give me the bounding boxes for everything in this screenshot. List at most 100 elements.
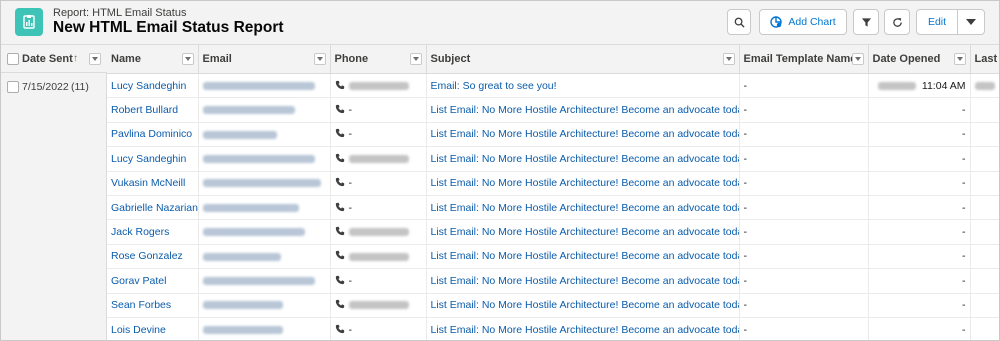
phone-icon [335,226,344,236]
column-header-name[interactable]: Name [107,45,199,74]
subject-link[interactable]: List Email: No More Hostile Architecture… [426,171,740,196]
last-value-redacted [974,81,995,90]
name-link[interactable]: Gorav Patel [107,268,199,294]
edit-label: Edit [927,16,947,28]
subject-link[interactable]: List Email: No More Hostile Architecture… [426,146,740,172]
name-link[interactable]: Pavlina Dominico [107,122,199,148]
date-opened-cell: - [868,171,971,196]
column-menu-button[interactable] [722,53,735,65]
email-cell[interactable] [198,122,331,148]
name-link[interactable]: Sean Forbes [107,293,199,318]
name-link[interactable]: Vukasin McNeill [107,171,199,196]
template-cell: - [739,146,869,172]
date-opened-redacted [877,81,916,90]
email-cell[interactable] [198,219,331,245]
report-viewer: Report: HTML Email Status New HTML Email… [0,0,1000,341]
email-value-redacted[interactable] [202,203,299,212]
search-button[interactable] [727,9,751,35]
email-cell[interactable] [198,146,331,172]
subject-link[interactable]: List Email: No More Hostile Architecture… [426,293,740,318]
table-row: Gorav Patel - List Email: No More Hostile … [107,268,999,294]
email-value-redacted[interactable] [202,155,315,164]
date-opened-cell: - [868,146,971,172]
date-opened-cell: - [868,293,971,318]
phone-value: - [348,201,353,214]
group-header-label[interactable]: Date Sent [22,53,73,65]
last-cell: - [970,97,999,123]
phone-icon [335,80,344,89]
subject-link[interactable]: List Email: No More Hostile Architecture… [426,195,740,221]
email-cell[interactable] [198,73,331,99]
phone-value: - [348,128,353,141]
column-menu-button[interactable] [89,53,101,65]
phone-icon [335,251,344,260]
email-value-redacted[interactable] [202,130,277,139]
subject-link[interactable]: List Email: No More Hostile Architecture… [426,122,740,148]
email-cell[interactable] [198,293,331,318]
table-row: Vukasin McNeill - List Email: No More Host… [107,171,999,196]
edit-button[interactable]: Edit [916,9,958,35]
column-menu-button[interactable] [851,53,864,65]
refresh-button[interactable] [884,9,910,35]
column-header-email[interactable]: Email [198,45,331,74]
column-header-last[interactable]: Last [970,45,999,74]
table-row: Lucy Sandeghin Email: So great to see you… [107,73,999,99]
report-table: Name Email Phone Subject Email Template … [107,45,999,340]
email-value-redacted[interactable] [202,106,295,115]
column-menu-button[interactable] [181,53,194,65]
email-cell[interactable] [198,195,331,221]
table-row: Lois Devine - List Email: No More Hostile … [107,317,999,340]
subject-link[interactable]: List Email: No More Hostile Architecture… [426,244,740,270]
column-header-phone[interactable]: Phone [330,45,427,74]
column-header-subject[interactable]: Subject [426,45,740,74]
last-cell: - [970,195,999,221]
subject-link[interactable]: List Email: No More Hostile Architecture… [426,317,740,340]
subject-link[interactable]: List Email: No More Hostile Architecture… [426,219,740,245]
edit-menu-button[interactable] [957,9,985,35]
email-cell[interactable] [198,244,331,270]
email-value-redacted[interactable] [202,252,281,261]
name-link[interactable]: Rose Gonzalez [107,244,199,270]
column-header-date-opened[interactable]: Date Opened [868,45,971,74]
email-cell[interactable] [198,97,331,123]
last-cell: - [970,146,999,172]
table-body: Lucy Sandeghin Email: So great to see you… [107,73,999,340]
subject-link[interactable]: Email: So great to see you! [426,73,740,99]
name-link[interactable]: Jack Rogers [107,219,199,245]
email-value-redacted[interactable] [202,325,283,334]
email-value-redacted[interactable] [202,277,315,286]
group-row-checkbox[interactable] [7,81,19,93]
column-header-template[interactable]: Email Template Name [739,45,869,74]
column-menu-button[interactable] [313,53,326,65]
column-menu-button[interactable] [409,53,422,65]
date-opened-cell: - [868,268,971,294]
email-value-redacted[interactable] [202,301,283,310]
sort-ascending-icon[interactable]: ↑ [73,53,78,64]
column-menu-button[interactable] [953,53,966,65]
email-value-redacted[interactable] [202,228,305,237]
date-opened-cell: - [868,122,971,148]
email-value-redacted[interactable] [202,179,321,188]
subject-link[interactable]: List Email: No More Hostile Architecture… [426,97,740,123]
name-link[interactable]: Lucy Sandeghin [107,146,199,172]
chevron-down-icon [854,57,861,61]
template-cell: - [739,97,869,123]
email-value-redacted[interactable] [202,81,315,90]
email-cell[interactable] [198,268,331,294]
name-link[interactable]: Gabrielle Nazarian [107,195,199,221]
filter-button[interactable] [853,9,879,35]
add-chart-button[interactable]: Add Chart [759,9,847,35]
subject-link[interactable]: List Email: No More Hostile Architecture… [426,268,740,294]
last-cell [970,73,999,99]
name-link[interactable]: Robert Bullard [107,97,199,123]
phone-icon [335,178,344,187]
date-opened-cell: 11:04 AM [868,73,971,99]
select-all-checkbox[interactable] [7,53,19,65]
name-link[interactable]: Lucy Sandeghin [107,73,199,99]
email-cell[interactable] [198,171,331,196]
name-link[interactable]: Lois Devine [107,317,199,340]
email-cell[interactable] [198,317,331,340]
chevron-down-icon [184,57,191,61]
phone-value: - [348,323,353,336]
phone-cell: - [330,122,427,148]
